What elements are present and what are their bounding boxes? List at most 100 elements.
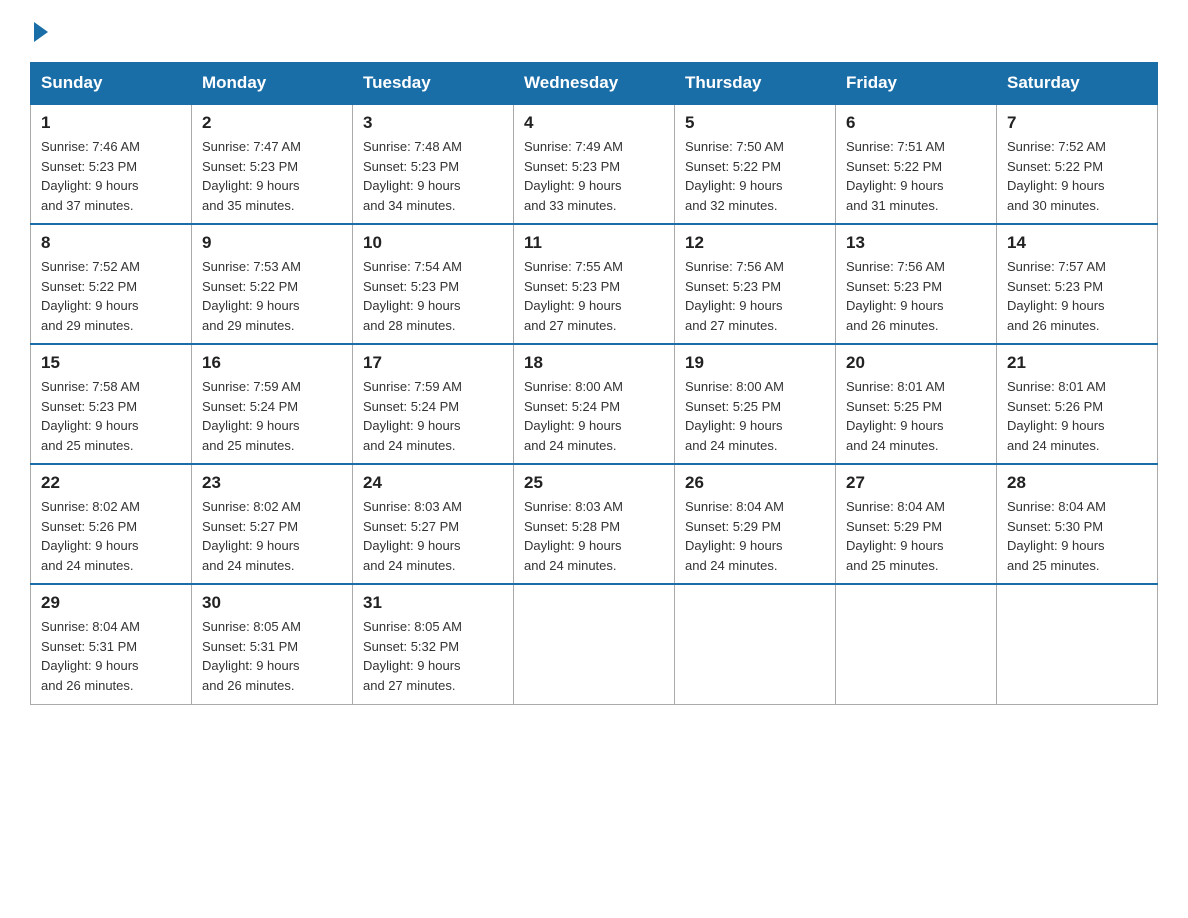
day-info: Sunrise: 7:59 AMSunset: 5:24 PMDaylight:… — [363, 377, 503, 455]
calendar-cell: 1 Sunrise: 7:46 AMSunset: 5:23 PMDaylight… — [31, 104, 192, 224]
calendar-cell: 13 Sunrise: 7:56 AMSunset: 5:23 PMDayligh… — [836, 224, 997, 344]
calendar-cell: 14 Sunrise: 7:57 AMSunset: 5:23 PMDayligh… — [997, 224, 1158, 344]
day-info: Sunrise: 8:03 AMSunset: 5:28 PMDaylight:… — [524, 497, 664, 575]
calendar-cell: 5 Sunrise: 7:50 AMSunset: 5:22 PMDaylight… — [675, 104, 836, 224]
calendar-cell: 16 Sunrise: 7:59 AMSunset: 5:24 PMDayligh… — [192, 344, 353, 464]
day-number: 16 — [202, 353, 342, 373]
day-number: 24 — [363, 473, 503, 493]
day-info: Sunrise: 7:55 AMSunset: 5:23 PMDaylight:… — [524, 257, 664, 335]
day-number: 20 — [846, 353, 986, 373]
calendar-week-row: 8 Sunrise: 7:52 AMSunset: 5:22 PMDaylight… — [31, 224, 1158, 344]
day-info: Sunrise: 8:01 AMSunset: 5:26 PMDaylight:… — [1007, 377, 1147, 455]
calendar-cell: 26 Sunrise: 8:04 AMSunset: 5:29 PMDayligh… — [675, 464, 836, 584]
day-number: 28 — [1007, 473, 1147, 493]
calendar-week-row: 29 Sunrise: 8:04 AMSunset: 5:31 PMDayligh… — [31, 584, 1158, 704]
day-number: 9 — [202, 233, 342, 253]
day-number: 4 — [524, 113, 664, 133]
calendar-cell: 20 Sunrise: 8:01 AMSunset: 5:25 PMDayligh… — [836, 344, 997, 464]
day-number: 7 — [1007, 113, 1147, 133]
calendar-cell: 12 Sunrise: 7:56 AMSunset: 5:23 PMDayligh… — [675, 224, 836, 344]
calendar-cell: 31 Sunrise: 8:05 AMSunset: 5:32 PMDayligh… — [353, 584, 514, 704]
day-info: Sunrise: 8:03 AMSunset: 5:27 PMDaylight:… — [363, 497, 503, 575]
day-info: Sunrise: 7:52 AMSunset: 5:22 PMDaylight:… — [41, 257, 181, 335]
calendar-cell — [514, 584, 675, 704]
day-number: 6 — [846, 113, 986, 133]
calendar-header-wednesday: Wednesday — [514, 63, 675, 105]
day-number: 1 — [41, 113, 181, 133]
calendar-header-sunday: Sunday — [31, 63, 192, 105]
calendar-cell: 19Sunrise: 8:00 AMSunset: 5:25 PMDayligh… — [675, 344, 836, 464]
calendar-cell: 24 Sunrise: 8:03 AMSunset: 5:27 PMDayligh… — [353, 464, 514, 584]
day-number: 5 — [685, 113, 825, 133]
day-info: Sunrise: 7:48 AMSunset: 5:23 PMDaylight:… — [363, 137, 503, 215]
day-number: 22 — [41, 473, 181, 493]
calendar-cell: 3 Sunrise: 7:48 AMSunset: 5:23 PMDaylight… — [353, 104, 514, 224]
day-number: 13 — [846, 233, 986, 253]
calendar-cell: 23Sunrise: 8:02 AMSunset: 5:27 PMDayligh… — [192, 464, 353, 584]
calendar-cell: 29 Sunrise: 8:04 AMSunset: 5:31 PMDayligh… — [31, 584, 192, 704]
day-info: Sunrise: 8:02 AMSunset: 5:26 PMDaylight:… — [41, 497, 181, 575]
day-info: Sunrise: 8:02 AMSunset: 5:27 PMDaylight:… — [202, 497, 342, 575]
day-number: 3 — [363, 113, 503, 133]
day-info: Sunrise: 7:47 AMSunset: 5:23 PMDaylight:… — [202, 137, 342, 215]
day-number: 2 — [202, 113, 342, 133]
day-number: 29 — [41, 593, 181, 613]
calendar-cell — [675, 584, 836, 704]
day-info: Sunrise: 7:46 AMSunset: 5:23 PMDaylight:… — [41, 137, 181, 215]
calendar-header-thursday: Thursday — [675, 63, 836, 105]
calendar-cell: 6 Sunrise: 7:51 AMSunset: 5:22 PMDaylight… — [836, 104, 997, 224]
day-number: 26 — [685, 473, 825, 493]
day-info: Sunrise: 8:04 AMSunset: 5:30 PMDaylight:… — [1007, 497, 1147, 575]
day-info: Sunrise: 7:59 AMSunset: 5:24 PMDaylight:… — [202, 377, 342, 455]
page-header — [30, 20, 1158, 42]
day-info: Sunrise: 8:04 AMSunset: 5:31 PMDaylight:… — [41, 617, 181, 695]
day-number: 19 — [685, 353, 825, 373]
day-info: Sunrise: 7:57 AMSunset: 5:23 PMDaylight:… — [1007, 257, 1147, 335]
calendar-header-row: SundayMondayTuesdayWednesdayThursdayFrid… — [31, 63, 1158, 105]
day-info: Sunrise: 7:50 AMSunset: 5:22 PMDaylight:… — [685, 137, 825, 215]
day-number: 11 — [524, 233, 664, 253]
calendar-cell: 25 Sunrise: 8:03 AMSunset: 5:28 PMDayligh… — [514, 464, 675, 584]
day-number: 8 — [41, 233, 181, 253]
calendar-table: SundayMondayTuesdayWednesdayThursdayFrid… — [30, 62, 1158, 705]
calendar-cell: 21 Sunrise: 8:01 AMSunset: 5:26 PMDayligh… — [997, 344, 1158, 464]
calendar-cell — [997, 584, 1158, 704]
day-number: 21 — [1007, 353, 1147, 373]
calendar-cell: 15Sunrise: 7:58 AMSunset: 5:23 PMDayligh… — [31, 344, 192, 464]
calendar-cell: 9 Sunrise: 7:53 AMSunset: 5:22 PMDaylight… — [192, 224, 353, 344]
day-info: Sunrise: 7:56 AMSunset: 5:23 PMDaylight:… — [846, 257, 986, 335]
day-number: 27 — [846, 473, 986, 493]
day-info: Sunrise: 7:53 AMSunset: 5:22 PMDaylight:… — [202, 257, 342, 335]
logo — [30, 20, 52, 42]
day-number: 12 — [685, 233, 825, 253]
calendar-cell: 30Sunrise: 8:05 AMSunset: 5:31 PMDayligh… — [192, 584, 353, 704]
day-info: Sunrise: 8:05 AMSunset: 5:32 PMDaylight:… — [363, 617, 503, 695]
day-number: 25 — [524, 473, 664, 493]
day-info: Sunrise: 7:49 AMSunset: 5:23 PMDaylight:… — [524, 137, 664, 215]
day-number: 30 — [202, 593, 342, 613]
day-number: 10 — [363, 233, 503, 253]
day-info: Sunrise: 7:51 AMSunset: 5:22 PMDaylight:… — [846, 137, 986, 215]
calendar-cell: 4 Sunrise: 7:49 AMSunset: 5:23 PMDaylight… — [514, 104, 675, 224]
calendar-cell: 11 Sunrise: 7:55 AMSunset: 5:23 PMDayligh… — [514, 224, 675, 344]
day-info: Sunrise: 8:04 AMSunset: 5:29 PMDaylight:… — [685, 497, 825, 575]
day-number: 14 — [1007, 233, 1147, 253]
logo-arrow-icon — [34, 22, 48, 42]
day-info: Sunrise: 7:56 AMSunset: 5:23 PMDaylight:… — [685, 257, 825, 335]
day-info: Sunrise: 7:58 AMSunset: 5:23 PMDaylight:… — [41, 377, 181, 455]
calendar-week-row: 15Sunrise: 7:58 AMSunset: 5:23 PMDayligh… — [31, 344, 1158, 464]
calendar-cell: 22 Sunrise: 8:02 AMSunset: 5:26 PMDayligh… — [31, 464, 192, 584]
calendar-cell: 7Sunrise: 7:52 AMSunset: 5:22 PMDaylight… — [997, 104, 1158, 224]
calendar-header-friday: Friday — [836, 63, 997, 105]
day-number: 18 — [524, 353, 664, 373]
calendar-cell: 18Sunrise: 8:00 AMSunset: 5:24 PMDayligh… — [514, 344, 675, 464]
calendar-cell — [836, 584, 997, 704]
day-number: 31 — [363, 593, 503, 613]
calendar-week-row: 22 Sunrise: 8:02 AMSunset: 5:26 PMDayligh… — [31, 464, 1158, 584]
day-info: Sunrise: 8:04 AMSunset: 5:29 PMDaylight:… — [846, 497, 986, 575]
calendar-cell: 17Sunrise: 7:59 AMSunset: 5:24 PMDayligh… — [353, 344, 514, 464]
calendar-header-saturday: Saturday — [997, 63, 1158, 105]
day-info: Sunrise: 8:01 AMSunset: 5:25 PMDaylight:… — [846, 377, 986, 455]
calendar-cell: 2 Sunrise: 7:47 AMSunset: 5:23 PMDaylight… — [192, 104, 353, 224]
calendar-header-tuesday: Tuesday — [353, 63, 514, 105]
